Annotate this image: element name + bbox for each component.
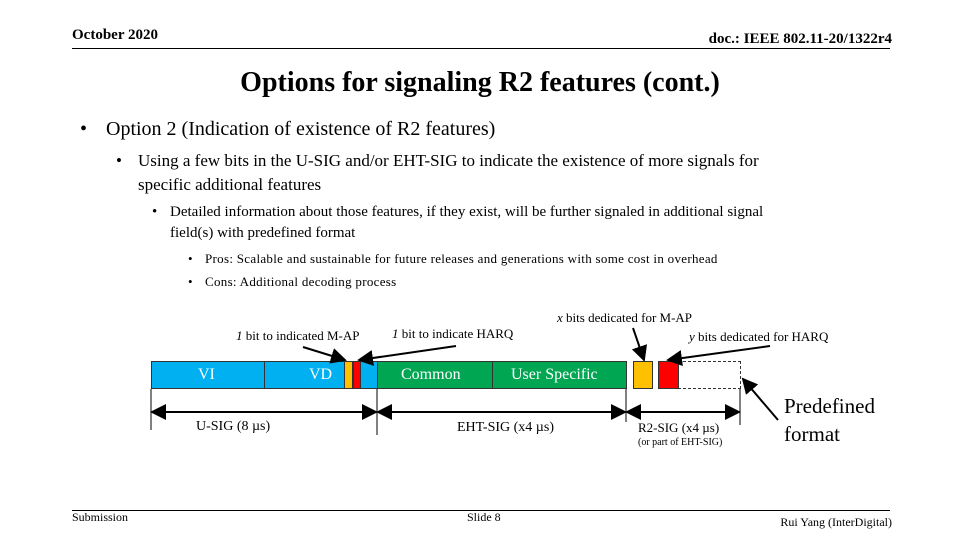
predefined-label-line1: Predefined — [784, 394, 875, 418]
footer-submission: Submission — [72, 510, 129, 524]
r2sig-note: (or part of EHT-SIG) — [638, 437, 723, 448]
footer-slide-number: Slide 8 — [467, 510, 501, 524]
slide: October 2020 doc.: IEEE 802.11-20/1322r4… — [0, 0, 960, 540]
ehtsig-label: EHT-SIG (x4 µs) — [457, 420, 554, 435]
footer-author: Rui Yang (InterDigital) — [780, 515, 892, 529]
predefined-label-line2: format — [784, 422, 840, 446]
usig-label: U-SIG (8 µs) — [196, 419, 271, 434]
diagram-arrows — [150, 327, 779, 435]
r2sig-label: R2-SIG (x4 µs) — [638, 420, 720, 435]
